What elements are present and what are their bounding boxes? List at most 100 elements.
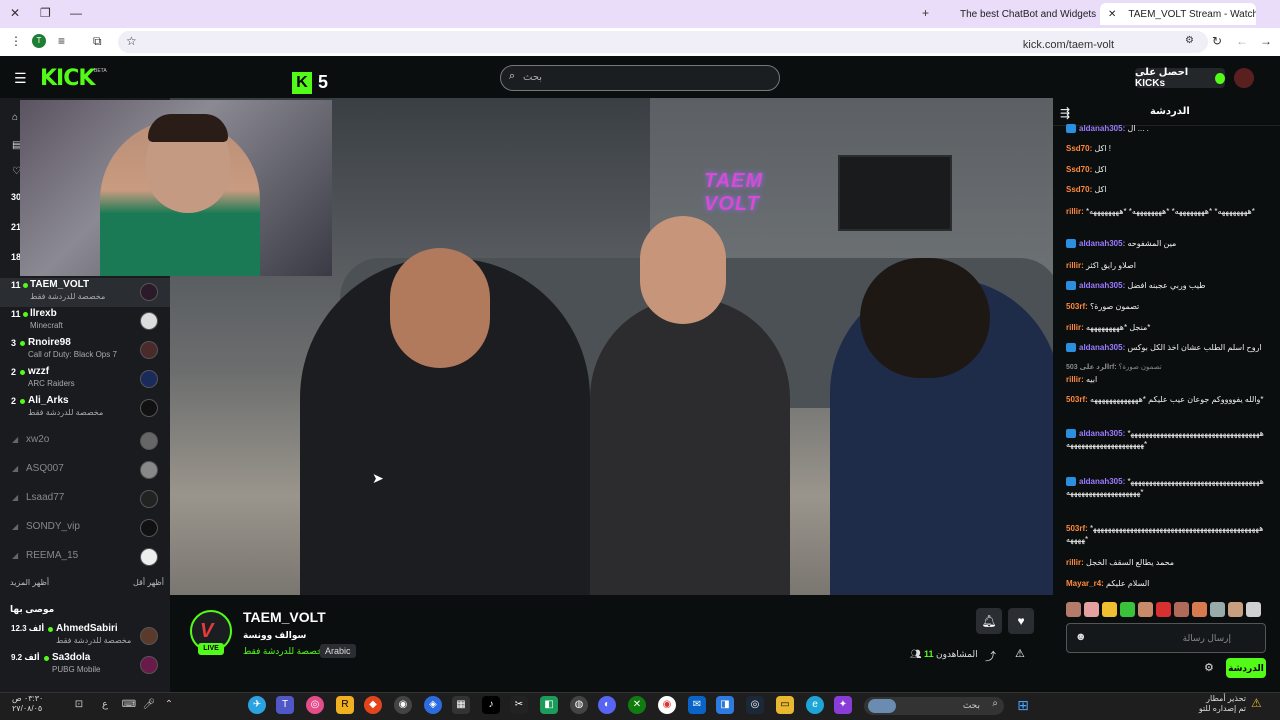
chat-username[interactable]: rillir: (1066, 207, 1084, 216)
edge-icon[interactable]: e (806, 696, 824, 714)
chat-username[interactable]: Mayar_r4: (1066, 579, 1104, 588)
restore-window-icon[interactable]: ❐ (40, 6, 51, 20)
chat-username[interactable]: rillir: (1066, 323, 1084, 332)
chat-username[interactable]: 503rf: (1066, 395, 1088, 404)
emote-icon[interactable] (1102, 602, 1117, 617)
emote-icon[interactable] (1228, 602, 1243, 617)
emote-icon[interactable] (1192, 602, 1207, 617)
sidebar-offline-lsaad77[interactable]: ◢ Lsaad77 (0, 488, 170, 517)
chat-settings-icon[interactable]: ⚙ (1204, 661, 1214, 674)
app-icon-6[interactable]: ◨ (716, 696, 734, 714)
app-icon-3[interactable]: ▦ (452, 696, 470, 714)
weather-notification[interactable]: تحذير أمطار تم إصداره للتو (1158, 694, 1246, 714)
chat-username[interactable]: rillir: (1066, 375, 1084, 384)
chat-username[interactable]: aldanah305: (1079, 239, 1125, 248)
keyboard-icon[interactable]: ⌨ (120, 696, 138, 714)
tray-chevron-icon[interactable]: ⌃ (160, 696, 178, 714)
collapse-chat-icon[interactable]: ⇶ (1060, 106, 1070, 120)
share-icon[interactable]: ⤴ (985, 648, 996, 664)
chat-username[interactable]: aldanah305: (1079, 477, 1125, 486)
follow-button[interactable]: ♥ (1008, 608, 1034, 634)
emoji-icon[interactable]: ☻ (1075, 631, 1087, 643)
tab-close-icon[interactable]: ✕ (1108, 9, 1116, 20)
emote-icon[interactable] (1156, 602, 1171, 617)
emote-icon[interactable] (1138, 602, 1153, 617)
chat-username[interactable]: aldanah305: (1079, 429, 1125, 438)
app-icon-5[interactable]: ◍ (570, 696, 588, 714)
menu-dots-icon[interactable]: ⋮ (10, 34, 22, 48)
extensions-icon[interactable]: ⧉ (93, 34, 102, 49)
tiktok-icon[interactable]: ♪ (482, 696, 500, 714)
app-icon-r[interactable]: R (336, 696, 354, 714)
emote-icon[interactable] (1084, 602, 1099, 617)
chat-username[interactable]: Ssd70: (1066, 185, 1092, 194)
sidebar-recommended-ahmedsabiri[interactable]: 12.3 ألف AhmedSabiri مخصصة للدردشة فقط (0, 622, 170, 651)
sidebar-offline-xw2o[interactable]: ◢ xw2o (0, 430, 170, 459)
chat-username[interactable]: aldanah305: (1079, 124, 1125, 133)
emote-icon[interactable] (1210, 602, 1225, 617)
obs-icon[interactable]: ◉ (394, 696, 412, 714)
new-tab-icon[interactable]: + (922, 6, 929, 20)
media-control-icon[interactable]: ≡ (58, 34, 65, 48)
sidebar-channel-wzzf[interactable]: 2 wzzf ARC Raiders (0, 365, 170, 394)
taskbar-clock[interactable]: ٠٣:٣٠ ص ٢٧/٠٨/٠٥ (12, 694, 43, 714)
user-avatar[interactable] (1234, 68, 1254, 88)
taskbar-search[interactable]: بحث ⌕ (864, 697, 1004, 715)
windows-start-icon[interactable]: ⊞ (1014, 696, 1032, 714)
chat-username[interactable]: aldanah305: (1079, 343, 1125, 352)
chat-username[interactable]: aldanah305: (1079, 281, 1125, 290)
file-explorer-icon[interactable]: ▭ (776, 696, 794, 714)
close-window-icon[interactable]: ✕ (10, 6, 20, 20)
show-more-link[interactable]: أظهر المزيد (10, 578, 49, 587)
app-icon-4[interactable]: ◧ (540, 696, 558, 714)
chat-username[interactable]: Ssd70: (1066, 165, 1092, 174)
chrome-icon[interactable]: ◉ (658, 696, 676, 714)
chat-input[interactable]: ☻ إرسال رسالة (1066, 623, 1266, 653)
mic-icon[interactable]: 🎤︎ (140, 696, 158, 714)
chat-username[interactable]: rillir: (1066, 261, 1084, 270)
telegram-icon[interactable]: ✈ (248, 696, 266, 714)
url-field[interactable]: ☆ kick.com/taem-volt ⚙ (118, 31, 1208, 53)
search-input[interactable]: ⌕ بحث (500, 65, 780, 91)
notification-bell-button[interactable]: 🔔︎ (976, 608, 1002, 634)
get-kicks-button[interactable]: احصل على KICKs (1135, 67, 1225, 89)
brave-icon[interactable]: ◆ (364, 696, 382, 714)
chat-username[interactable]: rillir: (1066, 558, 1084, 567)
language-tag[interactable]: Arabic (320, 644, 356, 658)
chat-username[interactable]: الرد على 503rf: (1066, 364, 1117, 371)
network-icon[interactable]: ⊡ (70, 696, 88, 714)
teams-icon[interactable]: T (276, 696, 294, 714)
sidebar-channel-llrexb[interactable]: 11 llrexb Minecraft (0, 307, 170, 336)
channel-name-title[interactable]: TAEM_VOLT (243, 609, 326, 625)
back-icon[interactable]: → (1260, 34, 1272, 48)
sidebar-recommended-sa3dola[interactable]: 9.2 ألف Sa3dola PUBG Mobile (0, 651, 170, 680)
app-icon-2[interactable]: ◈ (424, 696, 442, 714)
copilot-icon[interactable]: ✦ (834, 696, 852, 714)
emote-icon[interactable] (1120, 602, 1135, 617)
site-settings-icon[interactable]: ⚙ (1185, 35, 1194, 46)
emote-icon[interactable] (1174, 602, 1189, 617)
minimize-window-icon[interactable]: — (70, 6, 82, 20)
reload-icon[interactable]: ↻ (1212, 34, 1222, 48)
sidebar-offline-asq007[interactable]: ◢ ASQ007 (0, 459, 170, 488)
sidebar-channel-taem-volt[interactable]: 11 TAEM_VOLT مخصصة للدردشة فقط (0, 278, 170, 307)
show-less-link[interactable]: أظهر أقل (133, 578, 164, 587)
sidebar-offline-sondy-vip[interactable]: ◢ SONDY_vip (0, 517, 170, 546)
profile-icon[interactable]: T (32, 34, 46, 48)
bookmark-star-icon[interactable]: ☆ (126, 34, 137, 48)
home-icon[interactable]: ⌂ (12, 112, 18, 123)
emote-icon[interactable] (1066, 602, 1081, 617)
outlook-icon[interactable]: ✉ (688, 696, 706, 714)
tab-taem-volt[interactable]: ✕ TAEM_VOLT Stream - Watch (1100, 3, 1256, 25)
chat-username[interactable]: 503rf: (1066, 524, 1088, 533)
emote-icon[interactable] (1246, 602, 1261, 617)
sidebar-offline-reema-15[interactable]: ◢ REEMA_15 (0, 546, 170, 575)
sidebar-channel-ali-arks[interactable]: 2 Ali_Arks مخصصة للدردشة فقط (0, 394, 170, 423)
stream-category[interactable]: مخصصة للدردشة فقط (243, 646, 328, 657)
kick-logo[interactable]: KICK (40, 66, 95, 91)
capcut-icon[interactable]: ✂ (510, 696, 528, 714)
forward-icon[interactable]: ← (1236, 34, 1248, 48)
chat-send-button[interactable]: الدردشة (1226, 658, 1266, 678)
hamburger-menu-icon[interactable]: ☰ (14, 70, 27, 87)
chat-username[interactable]: Ssd70: (1066, 144, 1092, 153)
